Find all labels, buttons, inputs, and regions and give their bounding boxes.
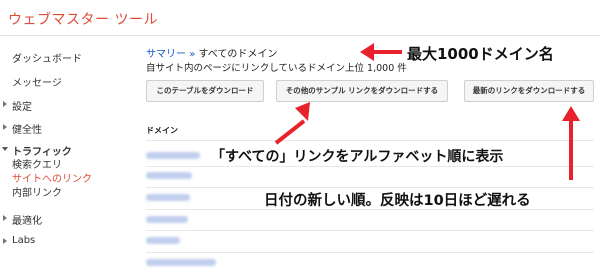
arrow-head-up-icon	[295, 102, 310, 121]
annotation-alphabetical: 「すべての」リンクをアルファベット順に表示	[211, 149, 504, 165]
annotation-arrows	[274, 43, 580, 180]
arrow-head-left-icon	[360, 43, 374, 61]
annotation-max-domains: 最大1000ドメイン名	[407, 45, 554, 63]
annotation-newest-first: 日付の新しい順。反映は10日ほど遅れる	[264, 193, 531, 209]
arrow-to-sample-button	[274, 119, 306, 145]
arrow-head-up-icon	[562, 106, 580, 121]
